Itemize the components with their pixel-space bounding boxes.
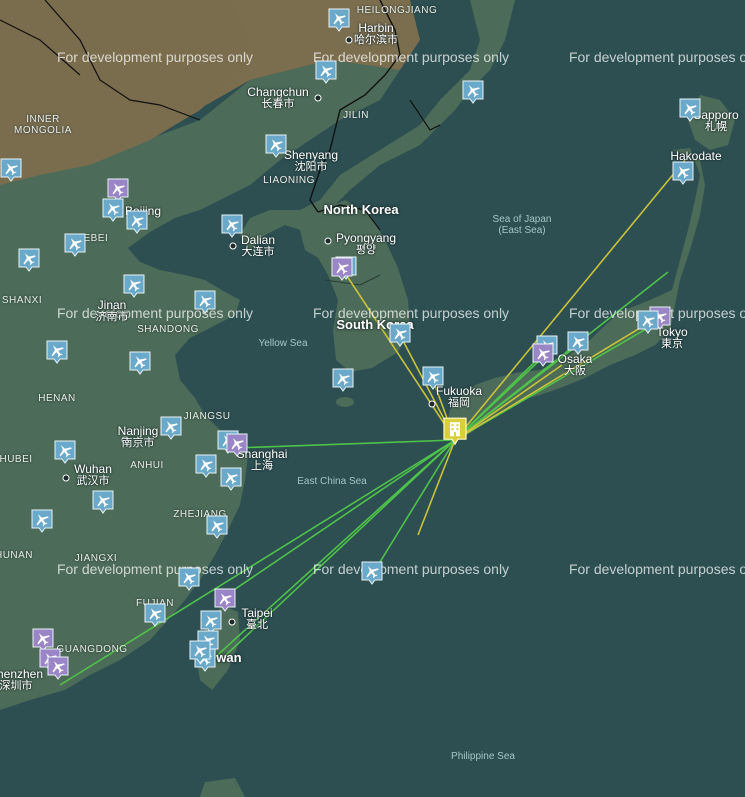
airport-pin[interactable] xyxy=(189,640,211,664)
watermark-text: For development purposes only xyxy=(568,49,745,65)
hotel-building-icon xyxy=(450,422,460,437)
sea-label: Sea of Japan (East Sea) xyxy=(492,214,552,236)
city-label: Harbin 哈尔滨市 xyxy=(354,21,398,46)
flight-route-line xyxy=(417,439,456,536)
airport-pin[interactable] xyxy=(160,416,182,440)
city-marker xyxy=(228,618,236,626)
watermark-text: For development purposes only xyxy=(568,561,745,577)
city-marker xyxy=(324,237,332,245)
airport-pin[interactable] xyxy=(194,290,216,314)
airport-pin[interactable] xyxy=(144,603,166,627)
region-label: SHANDONG xyxy=(137,324,199,335)
watermark-text: For development purposes only xyxy=(312,49,510,65)
city-label: Taipei 臺北 xyxy=(241,606,273,631)
airport-pin[interactable] xyxy=(637,310,659,334)
hotel-marker[interactable] xyxy=(443,417,467,446)
airport-pin[interactable] xyxy=(567,331,589,355)
airport-pin[interactable] xyxy=(178,567,200,591)
map-canvas[interactable]: For development purposes only For develop… xyxy=(0,0,745,797)
airport-pin[interactable] xyxy=(331,257,353,281)
airport-pin[interactable] xyxy=(672,161,694,185)
region-label: SHANXI xyxy=(1,295,43,306)
city-label: Shenyang 沈阳市 xyxy=(283,148,339,173)
city-marker xyxy=(62,474,70,482)
city-label: Shenzhen深圳市 xyxy=(0,667,44,692)
region-label: HUBEI xyxy=(0,454,33,465)
city-label: Wuhan 武汉市 xyxy=(74,462,112,487)
region-label: GUANGDONG xyxy=(56,644,128,655)
city-marker xyxy=(428,400,436,408)
airport-pin[interactable] xyxy=(361,561,383,585)
region-label: JILIN xyxy=(343,110,369,121)
airport-pin[interactable] xyxy=(31,509,53,533)
flight-route-line xyxy=(371,439,456,576)
airport-pin[interactable] xyxy=(123,274,145,298)
airport-pin[interactable] xyxy=(532,343,554,367)
region-label: HEILONGJIANG xyxy=(356,5,438,16)
airport-pin[interactable] xyxy=(226,433,248,457)
region-label: ANHUI xyxy=(130,460,164,471)
region-label: JIANGSU xyxy=(183,411,231,422)
sea-label: Yellow Sea xyxy=(258,338,308,349)
region-label: JIANGXI xyxy=(74,553,118,564)
airport-pin[interactable] xyxy=(46,340,68,364)
airport-pin[interactable] xyxy=(462,80,484,104)
airport-pin[interactable] xyxy=(54,440,76,464)
city-label: Jinan 济南市 xyxy=(95,298,129,323)
airport-pin[interactable] xyxy=(126,210,148,234)
airport-pin[interactable] xyxy=(206,515,228,539)
country-label: North Korea xyxy=(323,202,399,217)
city-marker xyxy=(314,94,322,102)
airport-pin[interactable] xyxy=(47,656,69,680)
airport-pin[interactable] xyxy=(195,454,217,478)
route-lines xyxy=(59,159,686,686)
region-label: HUNAN xyxy=(0,550,34,561)
airport-pin[interactable] xyxy=(328,8,350,32)
region-label: INNER MONGOLIA xyxy=(14,114,72,136)
airport-pin[interactable] xyxy=(64,233,86,257)
airport-pin[interactable] xyxy=(679,98,701,122)
airport-pin[interactable] xyxy=(129,351,151,375)
watermark-text: For development purposes only xyxy=(56,49,254,65)
flight-route-line xyxy=(342,269,456,441)
airport-pin[interactable] xyxy=(221,214,243,238)
city-label: Pyongyang 평양 xyxy=(335,231,397,256)
city-label: Dalian 大连市 xyxy=(240,233,276,258)
watermark-text: For development purposes only xyxy=(56,305,254,321)
region-label: HENAN xyxy=(38,393,76,404)
city-marker xyxy=(229,242,237,250)
airport-pin[interactable] xyxy=(389,323,411,347)
airport-pin[interactable] xyxy=(422,366,444,390)
sea-label: East China Sea xyxy=(297,476,367,487)
airport-pin[interactable] xyxy=(265,134,287,158)
city-label: Osaka 大阪 xyxy=(557,352,593,377)
airport-pin[interactable] xyxy=(102,198,124,222)
airport-pin[interactable] xyxy=(315,60,337,84)
region-label: LIAONING xyxy=(263,175,315,186)
city-marker xyxy=(345,36,353,44)
airport-pin[interactable] xyxy=(332,368,354,392)
airport-pin[interactable] xyxy=(220,467,242,491)
watermark-text: For development purposes only xyxy=(312,561,510,577)
flight-route-line xyxy=(454,159,686,441)
airport-pin[interactable] xyxy=(0,158,22,182)
city-label: Nanjing 南京市 xyxy=(117,424,159,449)
airport-pin[interactable] xyxy=(18,248,40,272)
city-label: Changchun 长春市 xyxy=(247,85,309,110)
airport-pin[interactable] xyxy=(214,588,236,612)
sea-label: Philippine Sea xyxy=(451,751,515,762)
airport-pin[interactable] xyxy=(92,490,114,514)
